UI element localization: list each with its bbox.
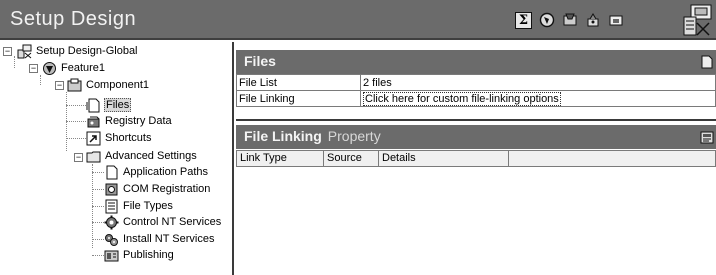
setup-tree: − Setup Design-Global − Feature1 − Compo… [0,42,234,275]
file-linking-link[interactable]: Click here for custom file-linking optio… [360,90,716,107]
property-value[interactable]: 2 files [360,74,716,91]
file-types-icon [105,199,118,213]
tree-node-feature[interactable]: Feature1 [42,60,106,76]
collapse-feature-toggle[interactable]: − [29,64,38,73]
linking-panel-title: File Linking [244,128,322,144]
tree-node-application-paths[interactable]: Application Paths [104,164,209,180]
table-row: File Linking Click here for custom file-… [236,90,716,107]
collapse-component-toggle[interactable]: − [55,81,64,90]
setup-global-icon [17,44,32,58]
files-icon [86,98,100,112]
property-key: File Linking [236,90,361,107]
table-row: File List 2 files [236,74,716,91]
tree-node-files[interactable]: Files [86,97,132,113]
gears-icon [105,233,118,246]
column-header-details[interactable]: Details [379,150,509,167]
toolbar: Σ [514,11,625,29]
panel-divider [236,107,716,121]
folder-icon [86,151,101,162]
tree-node-com-registration[interactable]: COM Registration [104,181,211,197]
tree-node-install-nt-services[interactable]: Install NT Services [104,231,216,247]
document-icon [106,165,118,179]
com-icon [105,183,118,195]
app-title: Setup Design [10,8,137,30]
column-header-source[interactable]: Source [324,150,379,167]
linking-panel-header: File Linking Property [236,125,716,149]
sigma-icon[interactable]: Σ [514,11,533,29]
properties-icon[interactable] [700,130,714,144]
gear-icon [104,215,119,229]
setup-design-icon [683,4,712,36]
tools-icon[interactable] [560,11,579,29]
column-header-link-type[interactable]: Link Type [236,150,324,167]
tree-node-component[interactable]: Component1 [67,77,150,93]
publishing-icon [104,250,119,261]
linking-panel-subtitle: Property [327,128,381,144]
column-header-empty [509,150,716,167]
tree-node-file-types[interactable]: File Types [104,198,174,214]
files-panel-header: Files [236,50,716,74]
tree-node-advanced-settings[interactable]: Advanced Settings [86,148,198,164]
component-icon [67,78,82,91]
globe-icon[interactable] [537,11,556,29]
page-icon[interactable] [700,55,714,69]
registry-icon [87,116,100,127]
tree-node-publishing[interactable]: Publishing [104,247,175,263]
property-key: File List [236,74,361,91]
tree-node-control-nt-services[interactable]: Control NT Services [104,214,222,230]
tree-node-registry-data[interactable]: Registry Data [86,113,173,129]
title-bar: Setup Design Σ [0,0,716,40]
wizard-icon[interactable] [583,11,602,29]
shortcut-icon [86,131,101,145]
window-icon[interactable] [606,11,625,29]
tree-node-root[interactable]: Setup Design-Global [17,43,139,59]
file-linking-list[interactable] [236,167,716,275]
tree-node-shortcuts[interactable]: Shortcuts [86,130,152,146]
files-property-table: File List 2 files File Linking Click her… [236,74,716,107]
feature-icon [43,61,56,75]
collapse-advanced-toggle[interactable]: − [74,153,83,162]
files-panel-title: Files [244,53,276,69]
collapse-root-toggle[interactable]: − [3,47,12,56]
